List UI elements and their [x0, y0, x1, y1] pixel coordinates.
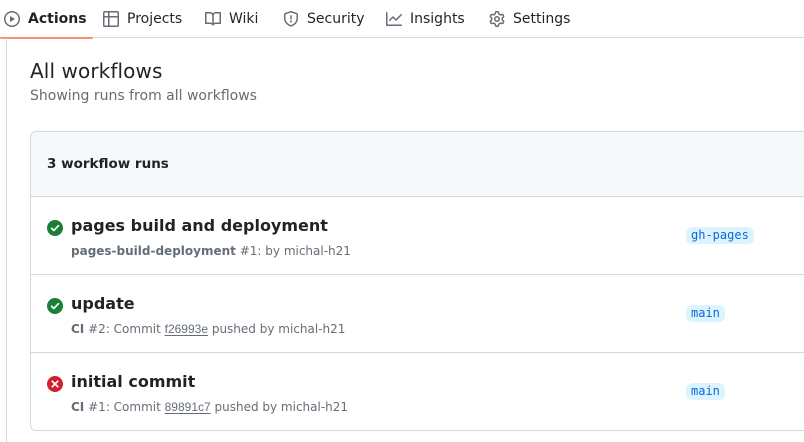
- workflow-name: CI: [71, 322, 85, 336]
- shield-icon: [284, 11, 298, 27]
- run-number: #2: [88, 322, 106, 336]
- success-check-icon: [47, 220, 63, 236]
- tab-security[interactable]: Security: [283, 0, 365, 38]
- run-description-suffix: pushed by michal-h21: [208, 322, 346, 336]
- workflow-run-meta: pages-build-deployment #1: by michal-h21: [71, 244, 351, 258]
- workflow-run-row[interactable]: initial commit CI #1: Commit 89891c7 pus…: [31, 353, 804, 430]
- run-description-prefix: : Commit: [105, 322, 165, 336]
- workflow-run-row[interactable]: pages build and deployment pages-build-d…: [31, 197, 804, 275]
- tab-actions-label: Actions: [28, 11, 87, 27]
- gear-icon: [489, 11, 505, 27]
- branch-label[interactable]: gh-pages: [686, 227, 754, 244]
- tab-insights[interactable]: Insights: [386, 0, 465, 38]
- repo-nav: Actions Projects Wiki Security Insights …: [0, 0, 804, 39]
- tab-wiki-label: Wiki: [229, 11, 259, 27]
- tab-security-label: Security: [307, 11, 365, 27]
- commit-sha-link[interactable]: f26993e: [165, 322, 208, 336]
- page-subtitle: Showing runs from all workflows: [30, 88, 257, 104]
- workflow-name: CI: [71, 400, 85, 414]
- table-icon: [103, 11, 119, 27]
- tab-actions[interactable]: Actions: [0, 0, 93, 39]
- tab-projects[interactable]: Projects: [103, 0, 182, 38]
- tab-settings[interactable]: Settings: [489, 0, 570, 38]
- workflow-name: pages-build-deployment: [71, 244, 236, 258]
- branch-label[interactable]: main: [686, 383, 725, 400]
- branch-label[interactable]: main: [686, 305, 725, 322]
- workflow-run-meta: CI #1: Commit 89891c7 pushed by michal-h…: [71, 400, 348, 414]
- workflow-run-title[interactable]: pages build and deployment: [71, 216, 328, 235]
- failure-x-icon: [47, 376, 63, 392]
- book-icon: [205, 11, 221, 26]
- play-icon: [4, 11, 20, 27]
- run-description: : by michal-h21: [257, 244, 351, 258]
- tab-wiki[interactable]: Wiki: [205, 0, 258, 38]
- run-description-suffix: pushed by michal-h21: [210, 400, 349, 414]
- workflow-run-title[interactable]: update: [71, 294, 135, 313]
- graph-icon: [386, 12, 402, 26]
- workflow-run-meta: CI #2: Commit f26993e pushed by michal-h…: [71, 322, 345, 336]
- tab-projects-label: Projects: [127, 11, 183, 27]
- run-number: #1: [239, 244, 258, 258]
- tab-settings-label: Settings: [513, 11, 571, 27]
- workflow-runs-box: 3 workflow runs pages build and deployme…: [30, 131, 804, 431]
- workflow-runs-count: 3 workflow runs: [47, 156, 169, 172]
- commit-sha-link[interactable]: 89891c7: [165, 400, 211, 414]
- workflow-run-row[interactable]: update CI #2: Commit f26993e pushed by m…: [31, 275, 804, 353]
- tab-insights-label: Insights: [410, 11, 465, 27]
- workflow-run-title[interactable]: initial commit: [71, 372, 195, 391]
- workflow-runs-header: 3 workflow runs: [31, 132, 804, 197]
- run-description-prefix: : Commit: [105, 400, 165, 414]
- page-title: All workflows: [30, 59, 163, 83]
- sidebar-divider: [6, 38, 7, 442]
- run-number: #1: [88, 400, 106, 414]
- success-check-icon: [47, 298, 63, 314]
